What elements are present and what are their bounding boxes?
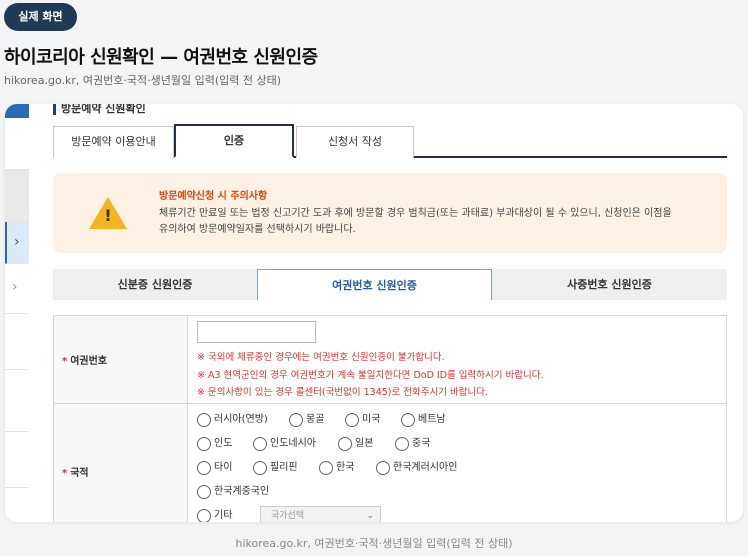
page-title: 하이코리아 신원확인 — 여권번호 신원인증 — [4, 47, 318, 68]
browser-screenshot-card: › › 방문예약 신원확인 방문예약 이용안내 인증 신청서 작성 ! 방문예약… — [5, 104, 743, 522]
radio-country[interactable]: 중국 — [395, 436, 430, 452]
sidebar-row[interactable] — [5, 170, 29, 222]
radio-country[interactable]: 인도네시아 — [253, 436, 316, 452]
section-title: 방문예약 신원확인 — [53, 104, 146, 116]
warning-exclamation: ! — [104, 206, 112, 225]
radio-country[interactable]: 일본 — [338, 436, 373, 452]
radio-country[interactable]: 러시아(연방) — [197, 412, 268, 428]
section-bar — [53, 104, 56, 115]
caption: hikorea.go.kr, 여권번호·국적·생년월일 입력(입력 전 상태) — [235, 537, 513, 550]
sidebar-row-active[interactable]: › — [5, 222, 29, 264]
radio-circle — [197, 485, 211, 499]
radio-circle — [395, 437, 409, 451]
notice-title: 방문예약신청 시 주의사항 — [159, 191, 268, 202]
notice-box: ! 방문예약신청 시 주의사항 체류기간 만료일 또는 법정 신고기간 도과 후… — [53, 173, 727, 253]
radio-circle — [289, 413, 303, 427]
radio-country[interactable]: 몽골 — [289, 412, 324, 428]
chevron-down-icon: ⌄ — [366, 511, 374, 521]
page-subtitle: hikorea.go.kr, 여권번호·국적·생년월일 입력(입력 전 상태) — [4, 74, 282, 87]
radio-circle — [376, 461, 390, 475]
passport-label: * 여권번호 — [62, 356, 108, 367]
radio-country[interactable]: 필리핀 — [253, 460, 298, 476]
passport-row: * 여권번호 ※ 국외에 체류중인 경우에는 여권번호 신원인증이 불가합니다. … — [54, 316, 726, 404]
country-select[interactable]: 국가선택 ⌄ — [260, 506, 381, 522]
tab-application[interactable]: 신청서 작성 — [296, 126, 414, 158]
left-sidebar: › › — [5, 104, 29, 522]
tab-visit-guide[interactable]: 방문예약 이용안내 — [53, 126, 174, 158]
radio-circle — [197, 509, 211, 522]
sidebar-header — [5, 104, 29, 118]
radio-country[interactable]: 한국계중국인 — [197, 484, 269, 500]
radio-circle — [338, 437, 352, 451]
radio-circle — [253, 461, 267, 475]
radio-country[interactable]: 인도 — [197, 436, 232, 452]
radio-country[interactable]: 기타 — [197, 508, 232, 522]
sidebar-row[interactable]: › — [5, 264, 29, 314]
radio-country[interactable]: 타이 — [197, 460, 232, 476]
passport-auth-form: * 여권번호 ※ 국외에 체류중인 경우에는 여권번호 신원인증이 불가합니다. … — [53, 315, 727, 522]
radio-circle — [197, 461, 211, 475]
chevron-right-icon: › — [14, 234, 20, 250]
radio-circle — [345, 413, 359, 427]
nationality-label-cell: * 국적 — [54, 404, 188, 522]
radio-circle — [401, 413, 415, 427]
chevron-right-icon: › — [12, 279, 18, 295]
radio-circle — [197, 437, 211, 451]
passport-notes: ※ 국외에 체류중인 경우에는 여권번호 신원인증이 불가합니다. ※ A3 현… — [197, 352, 544, 398]
sidebar-row[interactable] — [5, 370, 29, 432]
screenshot-badge: 실제 화면 — [4, 3, 77, 31]
tab-id-card-auth[interactable]: 신분증 신원인증 — [53, 269, 257, 300]
sidebar-row[interactable] — [5, 432, 29, 488]
passport-label-cell: * 여권번호 — [54, 316, 188, 403]
main-tabs: 방문예약 이용안내 인증 신청서 작성 — [53, 124, 727, 158]
radio-country[interactable]: 한국계러시아인 — [376, 460, 457, 476]
tab-auth[interactable]: 인증 — [174, 124, 294, 158]
sidebar-row[interactable] — [5, 314, 29, 370]
notice-body: 체류기간 만료일 또는 법정 신고기간 도과 후에 방문할 경우 범칙금(또는 … — [159, 208, 672, 235]
auth-method-tabs: 신분증 신원인증 여권번호 신원인증 사증번호 신원인증 — [53, 269, 727, 300]
nationality-label: * 국적 — [62, 468, 89, 479]
radio-country[interactable]: 베트남 — [401, 412, 446, 428]
tab-passport-auth[interactable]: 여권번호 신원인증 — [257, 269, 492, 300]
radio-country[interactable]: 미국 — [345, 412, 380, 428]
tab-visa-auth[interactable]: 사증번호 신원인증 — [492, 269, 727, 300]
nationality-row: * 국적 러시아(연방) 몽골 미국 베트남 인도 인도네시아 일본 중국 타이 … — [54, 404, 726, 522]
radio-circle — [197, 413, 211, 427]
radio-circle — [253, 437, 267, 451]
radio-circle — [319, 461, 333, 475]
radio-country[interactable]: 한국 — [319, 460, 354, 476]
passport-number-input[interactable] — [197, 321, 316, 343]
sidebar-row[interactable] — [5, 118, 29, 170]
